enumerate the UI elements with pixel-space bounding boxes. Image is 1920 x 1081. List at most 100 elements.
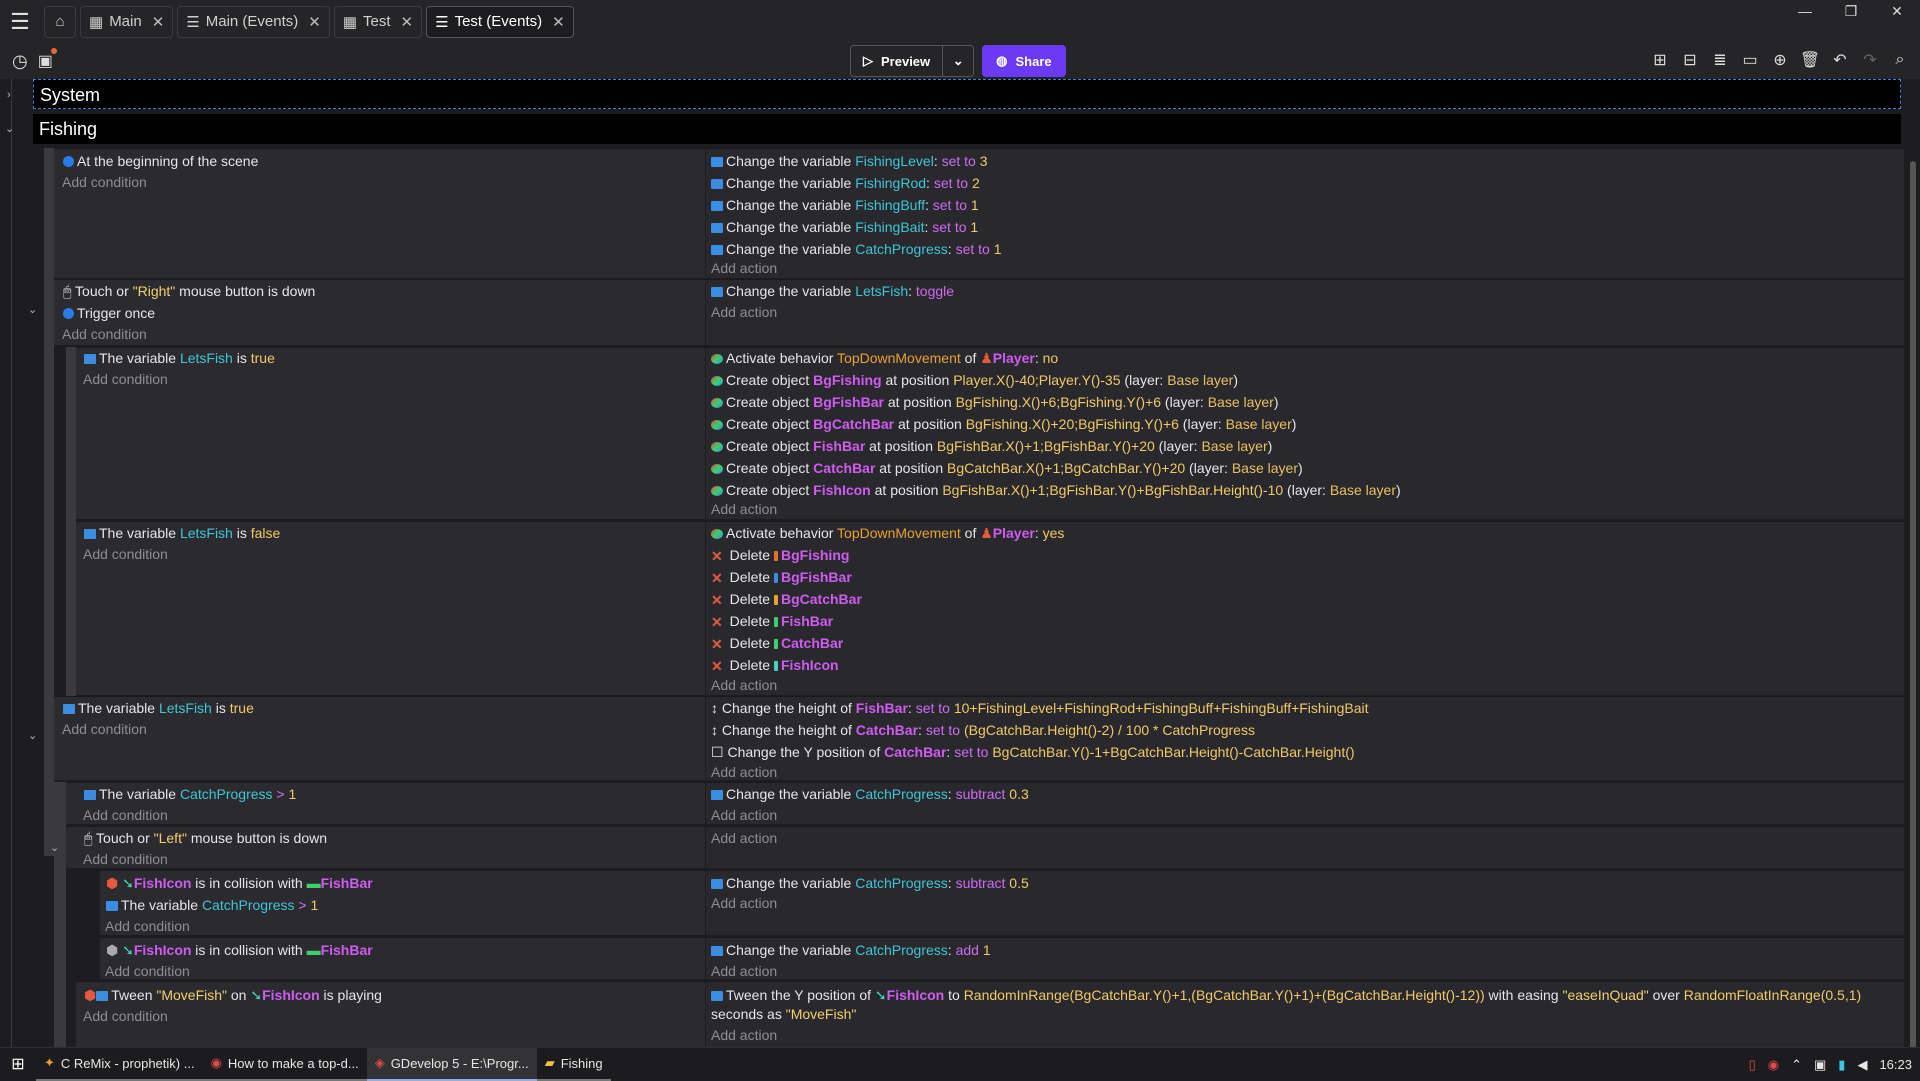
action[interactable]: Activate behavior TopDownMovement of ♟Pl…: [711, 524, 1064, 542]
undo-icon[interactable]: ↶: [1830, 49, 1850, 71]
action[interactable]: Change the variable FishingLevel: set to…: [711, 152, 988, 170]
action[interactable]: Change the variable LetsFish: toggle: [711, 282, 954, 300]
add-action-link[interactable]: Add action: [711, 962, 777, 980]
delete-icon[interactable]: 🗑: [1800, 49, 1820, 71]
action[interactable]: Change the variable FishingBuff: set to …: [711, 196, 979, 214]
search-icon[interactable]: ⌕: [1890, 49, 1910, 71]
action[interactable]: Create object FishIcon at position BgFis…: [711, 481, 1401, 499]
condition[interactable]: At the beginning of the scene: [63, 152, 258, 170]
tab-test[interactable]: ▦ Test ✕: [333, 5, 423, 38]
action[interactable]: Change the variable CatchProgress: set t…: [711, 240, 1002, 258]
action[interactable]: ✕ Delete BgFishing: [711, 546, 849, 564]
tab-main-events[interactable]: ☰ Main (Events) ✕: [177, 5, 330, 38]
action[interactable]: ✕ Delete BgCatchBar: [711, 590, 862, 608]
scrollbar[interactable]: [1910, 161, 1916, 1047]
network-icon[interactable]: ▮: [1838, 1057, 1845, 1073]
tray-app-icon[interactable]: ◉: [1768, 1057, 1779, 1073]
action[interactable]: Change the variable FishingRod: set to 2: [711, 174, 980, 192]
action[interactable]: Change the variable CatchProgress: subtr…: [711, 874, 1029, 892]
condition[interactable]: The variable LetsFish is false: [84, 524, 280, 542]
add-action-link[interactable]: Add action: [711, 1026, 777, 1044]
close-icon[interactable]: ✕: [308, 13, 321, 31]
action[interactable]: Activate behavior TopDownMovement of ♟Pl…: [711, 349, 1058, 367]
add-icon[interactable]: ⊕: [1770, 49, 1790, 71]
tab-test-events[interactable]: ☰ Test (Events) ✕: [426, 5, 574, 38]
clock[interactable]: 16:23: [1879, 1057, 1912, 1072]
gamepad-icon[interactable]: ▣: [1814, 1057, 1826, 1073]
add-action-link[interactable]: Add action: [711, 894, 777, 912]
add-action-link[interactable]: Add action: [711, 763, 777, 781]
event-row[interactable]: [54, 279, 1904, 345]
add-subevent-icon[interactable]: ⊟: [1680, 49, 1700, 71]
start-icon[interactable]: ⊞: [0, 1048, 36, 1081]
minimize-icon[interactable]: —: [1782, 0, 1828, 24]
condition[interactable]: 🖱 Touch or "Right" mouse button is down: [63, 282, 315, 300]
condition[interactable]: ⬢ Tween "MoveFish" on ➘FishIcon is playin…: [84, 986, 382, 1004]
action[interactable]: Create object BgFishing at position Play…: [711, 371, 1238, 389]
action[interactable]: Create object CatchBar at position BgCat…: [711, 459, 1303, 477]
condition[interactable]: ⬢ ➘FishIcon is in collision with ▬FishBa…: [106, 874, 373, 892]
taskbar-item[interactable]: ✦ C ReMix - prophetik) ...: [36, 1048, 203, 1081]
condition[interactable]: ⬢ ➘FishIcon is in collision with ▬FishBa…: [106, 941, 373, 959]
add-action-link[interactable]: Add action: [711, 303, 777, 321]
chevron-down-icon[interactable]: ⌄: [28, 729, 37, 742]
add-action-link[interactable]: Add action: [711, 829, 777, 847]
action[interactable]: Change the variable CatchProgress: subtr…: [711, 785, 1029, 803]
action[interactable]: ✕ Delete FishIcon: [711, 656, 839, 674]
restore-icon[interactable]: ❐: [1828, 0, 1874, 24]
taskbar-item[interactable]: ◉ How to make a top-d...: [202, 1048, 367, 1081]
chevron-down-icon[interactable]: ⌄: [5, 122, 14, 135]
action[interactable]: ↕ Change the height of CatchBar: set to …: [711, 721, 1255, 739]
add-group-icon[interactable]: ≣: [1710, 49, 1730, 71]
action[interactable]: Change the variable CatchProgress: add 1: [711, 941, 991, 959]
taskbar-item[interactable]: ▰ Fishing: [536, 1048, 611, 1081]
share-button[interactable]: ◍ Share: [982, 45, 1066, 77]
chevron-down-icon[interactable]: ⌄: [943, 53, 973, 69]
history-icon[interactable]: ◷: [12, 51, 28, 72]
condition[interactable]: The variable CatchProgress > 1: [106, 896, 318, 914]
close-icon[interactable]: ✕: [152, 13, 165, 31]
chevron-down-icon[interactable]: ⌄: [50, 841, 59, 854]
add-condition-link[interactable]: Add condition: [105, 917, 190, 935]
condition[interactable]: Trigger once: [63, 304, 155, 322]
add-condition-link[interactable]: Add condition: [83, 850, 168, 868]
close-window-icon[interactable]: ✕: [1874, 0, 1920, 24]
action[interactable]: ✕ Delete BgFishBar: [711, 568, 852, 586]
add-action-link[interactable]: Add action: [711, 676, 777, 694]
save-icon[interactable]: ▣: [38, 47, 57, 72]
add-event-icon[interactable]: ⊞: [1650, 49, 1670, 71]
chevron-down-icon[interactable]: ⌄: [28, 303, 37, 316]
close-icon[interactable]: ✕: [401, 13, 414, 31]
condition[interactable]: The variable LetsFish is true: [63, 699, 254, 717]
action[interactable]: Create object BgCatchBar at position BgF…: [711, 415, 1296, 433]
add-action-link[interactable]: Add action: [711, 259, 777, 277]
action[interactable]: Create object BgFishBar at position BgFi…: [711, 393, 1279, 411]
condition[interactable]: 🖱 Touch or "Left" mouse button is down: [84, 829, 327, 847]
condition[interactable]: The variable CatchProgress > 1: [84, 785, 296, 803]
action[interactable]: Tween the Y position of ➘FishIcon to Ran…: [711, 986, 1861, 1004]
group-fishing[interactable]: Fishing: [33, 114, 1901, 144]
volume-icon[interactable]: ◀: [1857, 1057, 1867, 1073]
action[interactable]: Create object FishBar at position BgFish…: [711, 437, 1272, 455]
action[interactable]: ☐ Change the Y position of CatchBar: set…: [711, 743, 1355, 761]
menu-icon[interactable]: ☰: [0, 0, 40, 43]
add-condition-link[interactable]: Add condition: [83, 1007, 168, 1025]
event-row[interactable]: [66, 826, 1904, 868]
add-action-link[interactable]: Add action: [711, 500, 777, 518]
action[interactable]: ✕ Delete CatchBar: [711, 634, 843, 652]
preview-button[interactable]: ▷ Preview ⌄: [850, 45, 975, 77]
condition[interactable]: The variable LetsFish is true: [84, 349, 275, 367]
add-condition-link[interactable]: Add condition: [83, 806, 168, 824]
chevron-right-icon[interactable]: ›: [7, 89, 11, 101]
add-condition-link[interactable]: Add condition: [83, 370, 168, 388]
add-condition-link[interactable]: Add condition: [62, 173, 147, 191]
tab-main[interactable]: ▦ Main ✕: [80, 5, 174, 38]
taskbar-item[interactable]: ◈ GDevelop 5 - E:\Progr...: [366, 1047, 537, 1081]
home-tab[interactable]: ⌂: [44, 5, 76, 38]
add-action-link[interactable]: Add action: [711, 806, 777, 824]
action[interactable]: ↕ Change the height of FishBar: set to 1…: [711, 699, 1369, 717]
redo-icon[interactable]: ↷: [1860, 49, 1880, 71]
group-system[interactable]: System: [33, 79, 1901, 109]
add-condition-link[interactable]: Add condition: [105, 962, 190, 980]
tray-app-icon[interactable]: ▯: [1749, 1057, 1756, 1073]
